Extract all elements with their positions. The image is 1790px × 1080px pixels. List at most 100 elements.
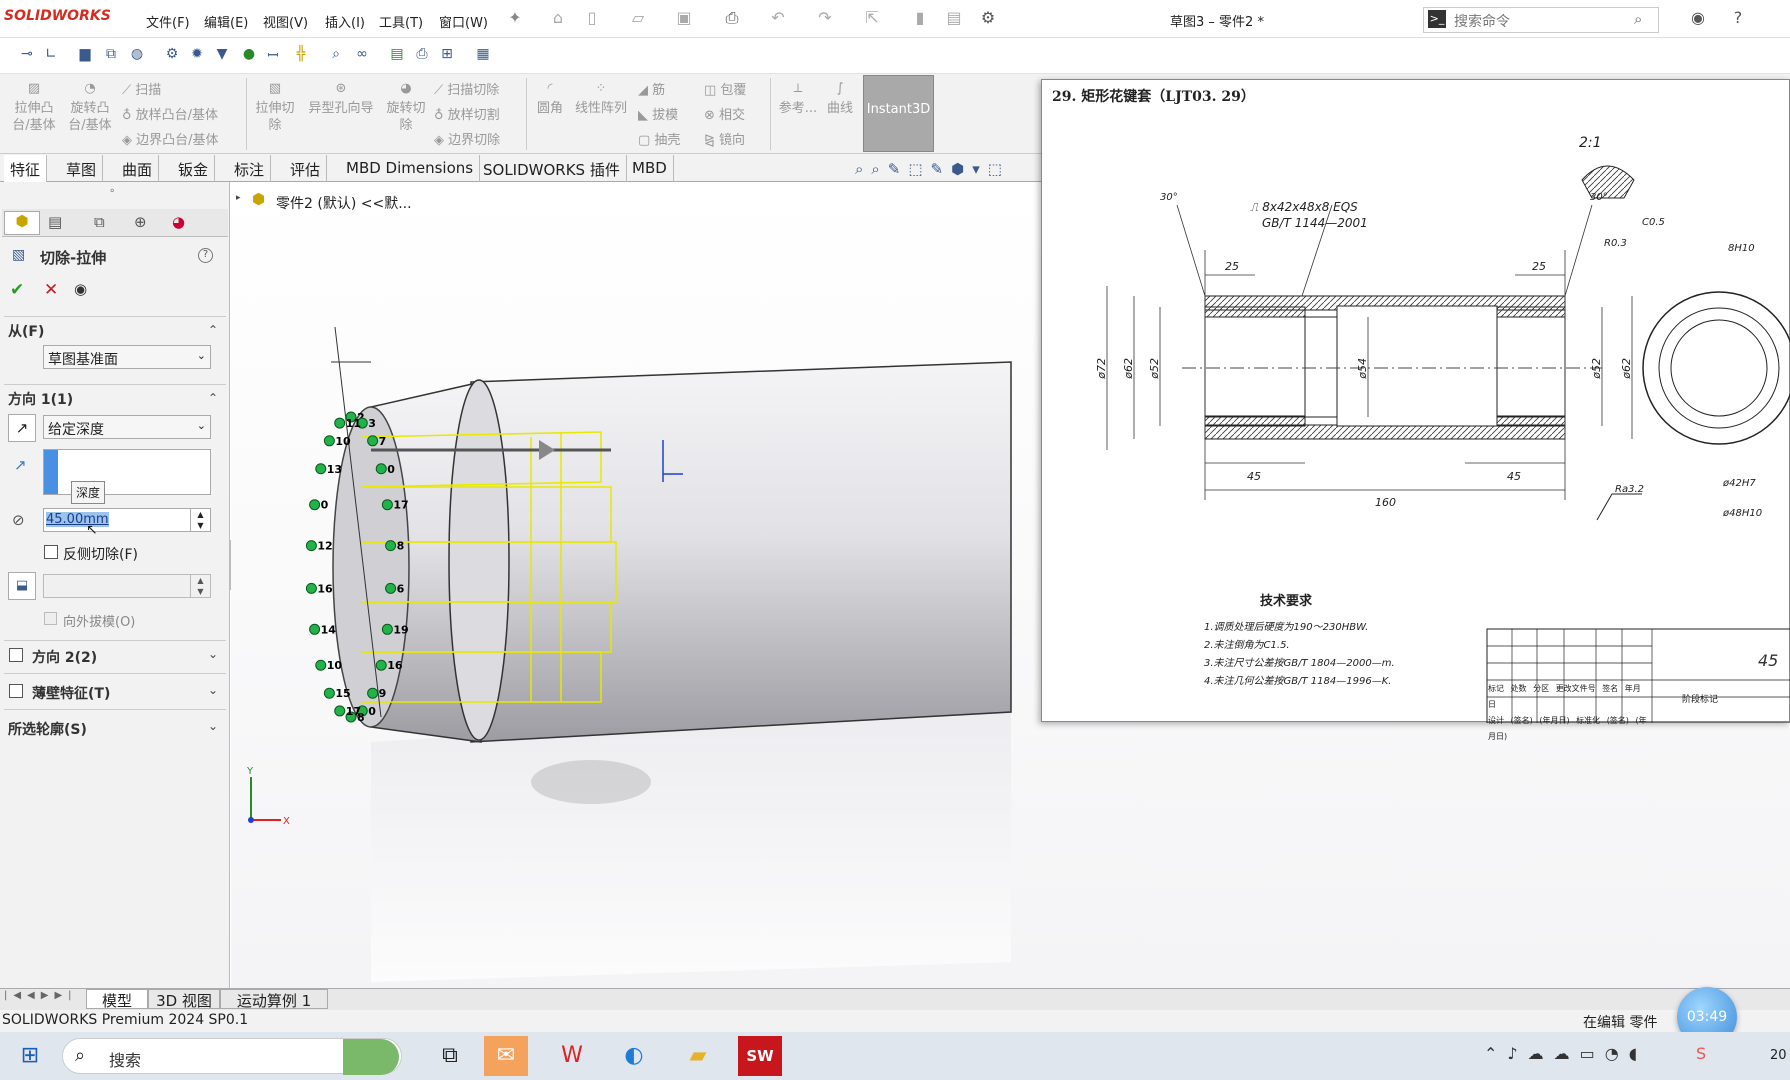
help-icon[interactable]: ?	[1728, 8, 1748, 28]
direction-selection-box[interactable]	[43, 449, 211, 495]
menu-edit[interactable]: 编辑(E)	[204, 12, 248, 31]
open-file-icon[interactable]: ▱	[628, 8, 648, 28]
model-viewport-svg[interactable]: 2 370178619169081715101416120131011 Y X	[231, 182, 1041, 988]
swept-cut-button[interactable]: ⟋ 扫描切除	[434, 79, 499, 98]
input-method-icon[interactable]: S	[1696, 1044, 1706, 1063]
draft-angle-spinbox[interactable]: ▲ ▼	[43, 574, 211, 598]
boundary-cut-button[interactable]: ◈ 边界切除	[434, 129, 500, 148]
preview-eye-icon[interactable]: ◉	[74, 280, 87, 298]
sweep-button[interactable]: ⟋ 扫描	[122, 79, 161, 98]
menu-insert[interactable]: 插入(I)	[325, 12, 365, 31]
tab-scroll-arrows-icon[interactable]: |◀◀▶▶|	[4, 990, 78, 1001]
panel-grip[interactable]: ⚬	[108, 186, 116, 197]
shell-button[interactable]: ▢ 抽壳	[638, 129, 680, 148]
bucket-icon[interactable]: ▼	[213, 46, 231, 64]
wrap-button[interactable]: ◫ 包覆	[704, 79, 746, 98]
chevron-down-icon[interactable]: ⌄	[208, 683, 218, 697]
flip-side-checkbox[interactable]	[44, 545, 58, 559]
solidworks-logo[interactable]: SOLIDWORKS	[4, 8, 111, 24]
menu-file[interactable]: 文件(F)	[146, 12, 190, 31]
assembly-icon[interactable]: ⧉	[102, 46, 120, 64]
system-tray-icons[interactable]: ⌃♪☁☁▭◔◖	[1484, 1044, 1647, 1063]
redo-icon[interactable]: ↷	[815, 8, 835, 28]
printer-icon[interactable]: ⎙	[413, 46, 431, 64]
spin-arrows-icon[interactable]: ▲ ▼	[190, 509, 210, 531]
zoom-icon[interactable]: ⌕	[327, 46, 345, 64]
tab-model[interactable]: 模型	[86, 989, 148, 1010]
select-icon[interactable]: ⇱	[862, 8, 882, 28]
direction1-section-header[interactable]: 方向 1(1)	[8, 389, 73, 409]
reverse-direction-button[interactable]: ↗	[8, 414, 36, 442]
draft-toggle-button[interactable]: ⬓	[8, 572, 36, 600]
spin-arrows-icon[interactable]: ▲ ▼	[190, 575, 210, 597]
depth-input[interactable]: 45.00mm	[46, 512, 109, 527]
loft-button[interactable]: ♁ 放样凸台/基体	[122, 104, 218, 123]
reference-geometry-button[interactable]: ⟂ 参考...	[776, 80, 820, 117]
windows-start-icon[interactable]: ⊞	[8, 1036, 52, 1076]
solidworks-taskbar-icon[interactable]: SW	[738, 1036, 782, 1076]
linear-pattern-button[interactable]: ⁘ 线性阵列	[570, 80, 632, 117]
tab-solidworks-addins[interactable]: SOLIDWORKS 插件	[477, 155, 627, 182]
thin-feature-checkbox[interactable]	[9, 684, 23, 698]
feature-manager-tab[interactable]: ⬢	[4, 211, 40, 235]
file-explorer-icon[interactable]: ▰	[676, 1036, 720, 1076]
tab-3d-view[interactable]: 3D 视图	[148, 989, 220, 1010]
draft-outward-checkbox[interactable]	[44, 612, 57, 625]
menu-view[interactable]: 视图(V)	[263, 12, 308, 31]
direction2-header[interactable]: 方向 2(2)	[32, 647, 97, 667]
boundary-boss-button[interactable]: ◈ 边界凸台/基体	[122, 129, 219, 148]
print-icon[interactable]: ⎙	[722, 8, 742, 28]
reference-drawing-window[interactable]: 29. 矩形花键套（LJT03. 29） ⎍ 8x42x48x8 EQS GB/…	[1041, 79, 1790, 741]
new-file-icon[interactable]: ▯	[582, 8, 602, 28]
gear-icon[interactable]: ✹	[188, 46, 206, 64]
depth-spinbox[interactable]: 45.00mm ▲ ▼	[43, 508, 211, 532]
direction2-checkbox[interactable]	[9, 648, 23, 662]
tab-evaluate[interactable]: 评估	[284, 155, 328, 182]
wechat-icon[interactable]: ✉	[484, 1036, 528, 1076]
location-icon[interactable]: ●	[240, 46, 258, 64]
intersect-button[interactable]: ⊗ 相交	[704, 104, 745, 123]
heads-up-view-toolbar[interactable]: ⌕⌕✎⬚✎⬢▾⬚	[855, 160, 1010, 178]
display-manager-icon[interactable]: ◕	[172, 213, 185, 231]
measure-icon[interactable]: ꟷ	[264, 46, 282, 64]
settings-icon[interactable]: ⚙	[163, 46, 181, 64]
menu-window[interactable]: 窗口(W)	[439, 12, 488, 31]
tab-mbd-dimensions[interactable]: MBD Dimensions	[340, 155, 481, 182]
user-icon[interactable]: ◉	[1688, 8, 1708, 28]
rib-button[interactable]: ◢ 筋	[638, 79, 665, 98]
taskbar-search-input[interactable]: 搜索	[109, 1047, 141, 1071]
chevron-down-icon[interactable]: ⌄	[208, 719, 218, 733]
end-condition-dropdown[interactable]: 给定深度 ⌄	[43, 415, 211, 439]
undo-icon[interactable]: ↶	[768, 8, 788, 28]
cancel-x-icon[interactable]: ✕	[44, 280, 58, 300]
lofted-cut-button[interactable]: ♁ 放样切割	[434, 104, 500, 123]
tab-features[interactable]: 特征	[4, 155, 48, 182]
pin-icon[interactable]: ✦	[505, 8, 525, 28]
configuration-manager-icon[interactable]: ⧉	[94, 213, 105, 231]
search-icon[interactable]: ⌕	[1634, 10, 1642, 28]
sketch-axis-icon[interactable]: ∟	[42, 46, 60, 64]
tab-surfaces[interactable]: 曲面	[116, 155, 160, 182]
menu-tools[interactable]: 工具(T)	[379, 12, 423, 31]
display-icon[interactable]: ▆	[76, 46, 94, 64]
taskbar-clock[interactable]: 20	[1770, 1048, 1787, 1063]
export-icon[interactable]: ▤	[388, 46, 406, 64]
file-properties-icon[interactable]: ▤	[944, 8, 964, 28]
extrude-cut-button[interactable]: ▧ 拉伸切 除	[252, 80, 298, 134]
task-view-icon[interactable]: ⧉	[428, 1036, 472, 1076]
fillet-button[interactable]: ◜ 圆角	[532, 80, 568, 117]
selected-contours-header[interactable]: 所选轮廓(S)	[8, 719, 87, 739]
from-section-header[interactable]: 从(F)	[8, 321, 44, 341]
binocular-icon[interactable]: ∞	[353, 46, 371, 64]
from-dropdown[interactable]: 草图基准面 ⌄	[43, 345, 211, 369]
tab-markup[interactable]: 标注	[228, 155, 272, 182]
edge-browser-icon[interactable]: ◐	[612, 1036, 656, 1076]
taskbar-search-box[interactable]: ⌕ 搜索	[62, 1038, 402, 1075]
dimxpert-icon[interactable]: ⊕	[134, 213, 147, 231]
ok-check-icon[interactable]: ✔	[10, 280, 24, 300]
dimension-icon[interactable]: ⊸	[18, 46, 36, 64]
help-icon[interactable]: ?	[198, 248, 213, 263]
tab-sketch[interactable]: 草图	[60, 155, 104, 182]
curves-button[interactable]: ∫ 曲线	[822, 80, 858, 117]
home-icon[interactable]: ⌂	[548, 8, 568, 28]
